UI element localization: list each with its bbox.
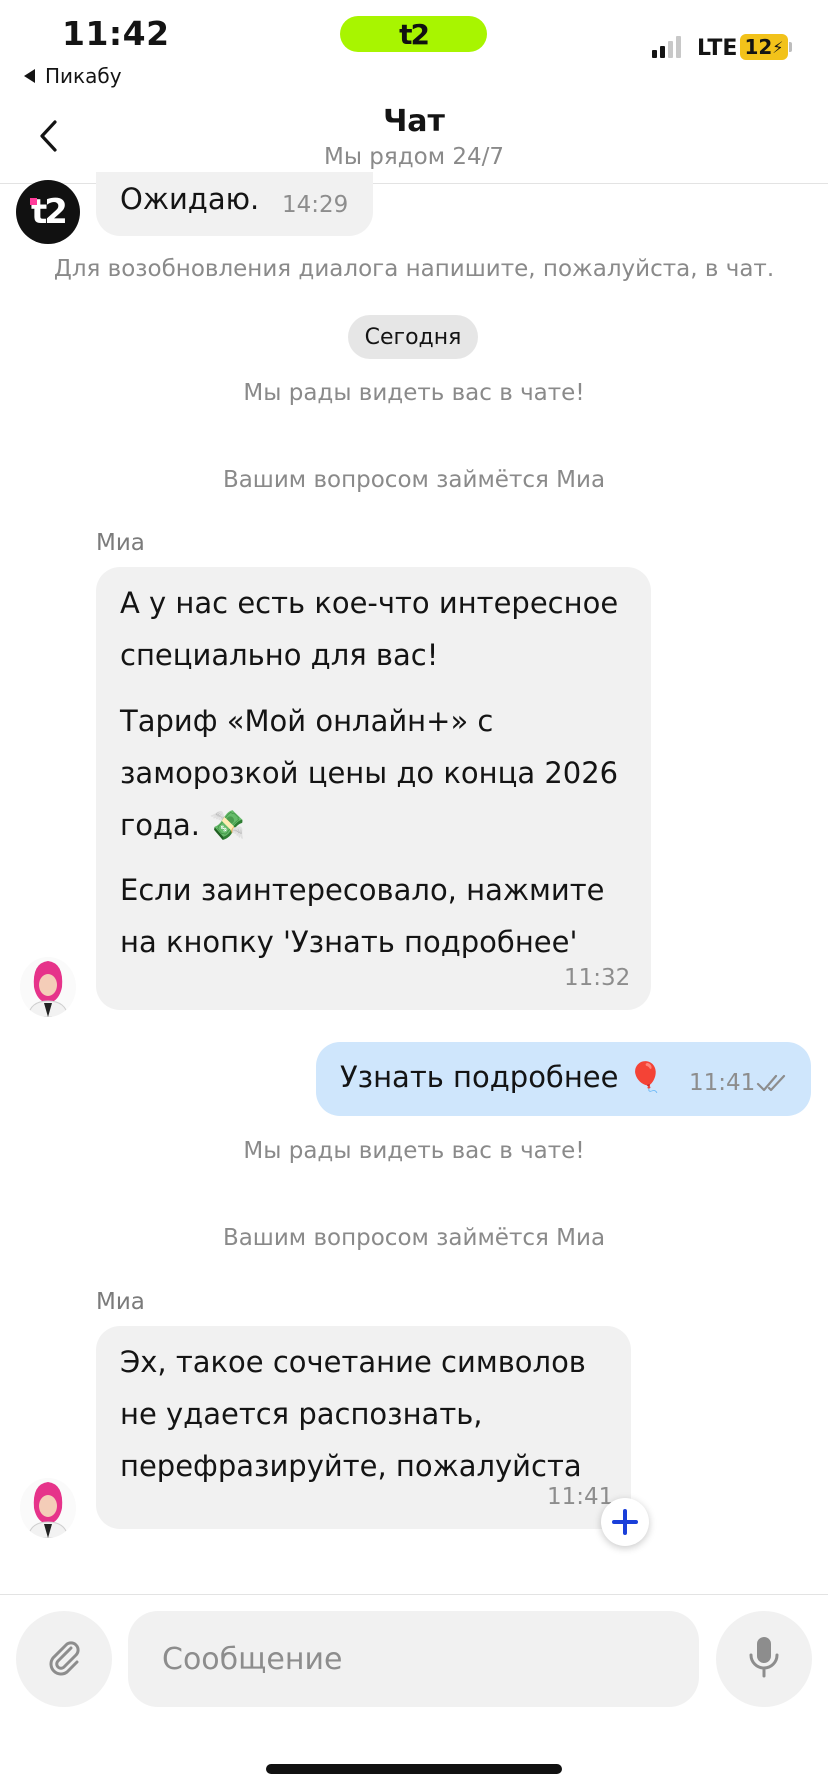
agent-avatar [20,957,76,1017]
carrier-logo: t2 [399,17,430,51]
status-time: 11:42 [62,14,170,53]
incoming-message: Эх, такое сочетание символов не удается … [96,1326,631,1529]
system-notice: Мы рады видеть вас в чате! [243,380,585,406]
incoming-message: Ожидаю. 14:29 [96,172,373,236]
message-paragraph: А у нас есть кое-что интересное специаль… [120,586,619,672]
page-subtitle: Мы рядом 24/7 [323,144,505,170]
agent-avatar [20,1478,76,1538]
message-paragraph: Тариф «Мой онлайн+» с заморозкой цены до… [120,704,619,842]
incoming-message: А у нас есть кое-что интересное специаль… [96,567,651,1010]
battery-icon: 12 ⚡ [740,34,788,60]
outgoing-message: Узнать подробнее 🎈 11:41 [316,1042,811,1116]
system-notice: Вашим вопросом займётся Миа [222,1225,606,1251]
signal-icon [652,36,681,58]
microphone-icon [747,1635,781,1683]
composer-divider [0,1594,828,1595]
message-text: Эх, такое сочетание символов не удается … [120,1345,586,1483]
network-type: LTE [697,36,738,61]
date-separator: Сегодня [348,315,478,359]
paperclip-icon [44,1637,84,1681]
message-time: 11:41 [547,1484,614,1510]
bot-avatar: t2 [16,180,80,244]
mic-button[interactable] [716,1611,812,1707]
message-input[interactable] [128,1611,699,1707]
message-time: 11:32 [564,965,631,991]
attach-button[interactable] [16,1611,112,1707]
message-text: Ожидаю. [120,182,260,216]
carrier-pill: t2 [340,16,487,52]
home-indicator[interactable] [266,1764,562,1774]
plus-icon[interactable] [601,1498,649,1546]
battery-cap [789,42,792,52]
message-time: 14:29 [282,192,349,218]
page-title: Чат [383,104,445,139]
sender-name: Миа [96,1289,145,1315]
back-to-app-link[interactable]: Пикабу [24,64,122,88]
logo-dot [30,198,37,205]
back-triangle-icon [24,69,35,83]
message-paragraph: Если заинтересовало, нажмите на кнопку '… [120,873,605,959]
message-time: 11:41 [689,1070,756,1096]
system-notice: Для возобновления диалога напишите, пожа… [53,256,775,282]
system-notice: Вашим вопросом займётся Миа [222,467,606,493]
double-check-icon [756,1072,790,1098]
back-app-label: Пикабу [45,64,122,88]
system-notice: Мы рады видеть вас в чате! [243,1138,585,1164]
sender-name: Миа [96,530,145,556]
battery-level: 12 [744,35,773,59]
message-text: Узнать подробнее 🎈 [340,1060,664,1094]
